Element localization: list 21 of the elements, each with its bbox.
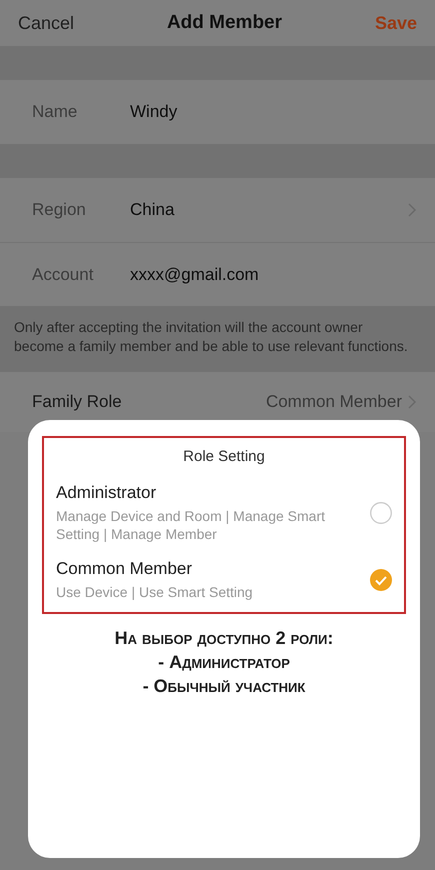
field-value: China (130, 200, 176, 220)
field-value: xxxx@gmail.com (130, 264, 260, 284)
field-value: Windy (130, 102, 178, 122)
field-label: Region (32, 200, 87, 220)
field-label: Family Role (32, 392, 123, 412)
cancel-button[interactable]: Cancel (18, 12, 74, 34)
radio-checked-icon[interactable] (370, 569, 392, 592)
annotation-text: На выбор доступно 2 роли: (114, 626, 334, 650)
annotation-text: - Обычный участник (142, 675, 306, 698)
field-value: Common Member (266, 392, 402, 412)
role-name[interactable]: Administrator (56, 483, 364, 503)
sheet-title: Role Setting (182, 448, 266, 465)
invitation-note: Only after accepting the invitation will the account owner become a family member and be able to use relevant functions. (0, 306, 435, 372)
radio-icon[interactable] (370, 502, 392, 524)
field-label: Account (32, 264, 94, 284)
annotation-text: - Администратор (157, 650, 291, 674)
role-description: Use Device | Use Smart Setting (56, 583, 254, 602)
role-name[interactable]: Common Member (56, 559, 364, 580)
page-title: Add Member (166, 12, 282, 34)
field-label: Name (32, 102, 78, 122)
role-description: Manage Device and Room | Manage Smart Setting | Manage Member (56, 507, 326, 544)
